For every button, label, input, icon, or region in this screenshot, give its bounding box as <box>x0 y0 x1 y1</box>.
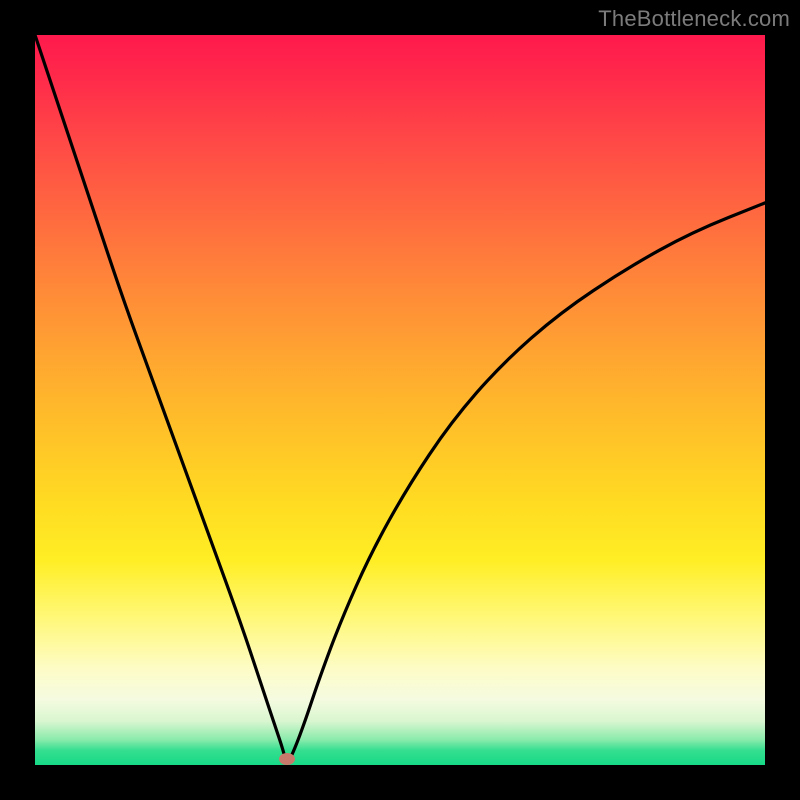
optimal-point-marker <box>279 753 295 765</box>
watermark-text: TheBottleneck.com <box>598 6 790 32</box>
chart-frame: TheBottleneck.com <box>0 0 800 800</box>
plot-area <box>35 35 765 765</box>
bottleneck-curve <box>35 35 765 765</box>
